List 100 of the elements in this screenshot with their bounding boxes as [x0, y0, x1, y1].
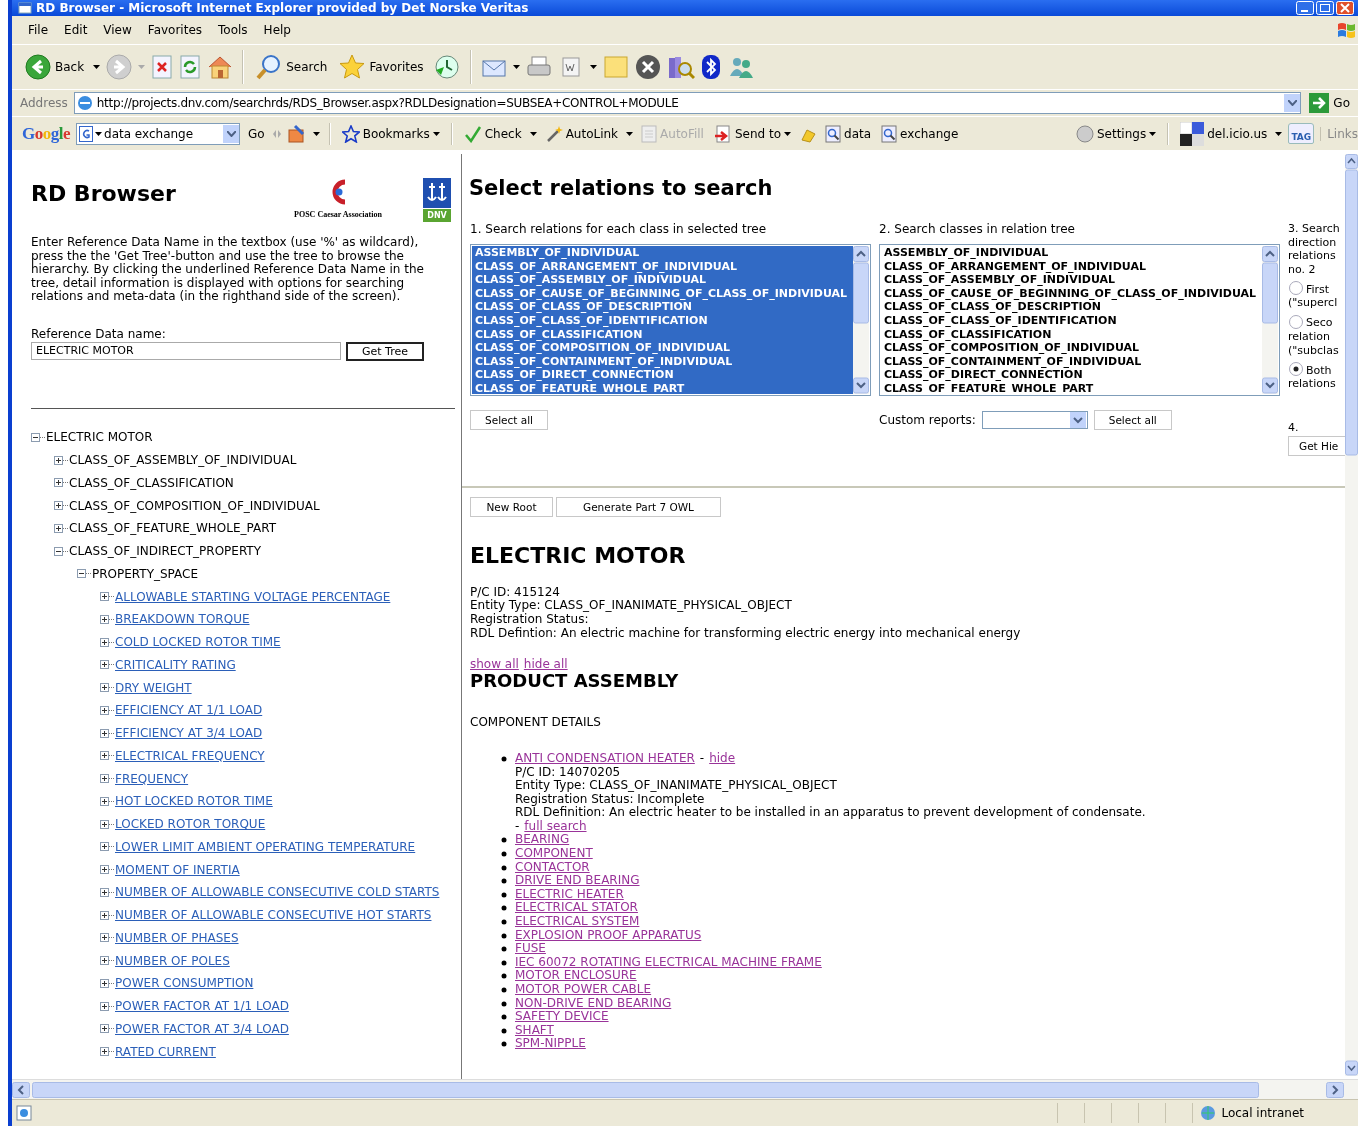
- component-link[interactable]: COMPONENT: [515, 847, 593, 861]
- component-link[interactable]: SPM-NIPPLE: [515, 1037, 586, 1051]
- expand-icon[interactable]: [54, 455, 68, 465]
- new-root-button[interactable]: New Root: [470, 497, 553, 518]
- list-option[interactable]: CLASS_OF_ARRANGEMENT_OF_INDIVIDUAL: [881, 259, 1262, 274]
- component-link[interactable]: SAFETY DEVICE: [515, 1010, 609, 1024]
- component-link[interactable]: ELECTRICAL STATOR: [515, 901, 638, 916]
- list-option[interactable]: CLASS_OF_ASSEMBLY_OF_INDIVIDUAL: [881, 273, 1262, 287]
- component-link[interactable]: FUSE: [515, 942, 546, 956]
- vertical-scrollbar[interactable]: [1345, 154, 1358, 1076]
- search-term-button[interactable]: data: [823, 122, 874, 145]
- close-button[interactable]: [1336, 1, 1354, 15]
- hide-link[interactable]: hide: [709, 751, 736, 766]
- tree-node[interactable]: PROPERTY_SPACE: [92, 566, 198, 581]
- bluetooth-icon[interactable]: [700, 54, 721, 80]
- expand-icon[interactable]: [100, 933, 114, 943]
- caret-icon[interactable]: [1149, 131, 1157, 136]
- tree-link[interactable]: DRY WEIGHT: [115, 680, 192, 695]
- history-icon[interactable]: [432, 54, 461, 80]
- tree-node[interactable]: CLASS_OF_INDIRECT_PROPERTY: [69, 544, 262, 559]
- list-scrollbar[interactable]: [853, 246, 869, 394]
- google-search-field[interactable]: data exchange: [76, 122, 240, 145]
- custom-reports-dropdown[interactable]: [981, 411, 1088, 429]
- expand-icon[interactable]: [100, 1001, 114, 1011]
- component-link[interactable]: MOTOR ENCLOSURE: [515, 969, 637, 983]
- expand-icon[interactable]: [54, 523, 68, 533]
- delicious-button[interactable]: del.icio.us: [1178, 119, 1270, 148]
- delicious-dropdown-icon[interactable]: [1275, 131, 1283, 136]
- check-dropdown-icon[interactable]: [529, 131, 537, 136]
- list-scrollbar[interactable]: [1262, 246, 1278, 394]
- stop-icon[interactable]: [151, 55, 174, 79]
- tag-button[interactable]: TAG: [1288, 123, 1315, 144]
- tree-link[interactable]: EFFICIENCY AT 3/4 LOAD: [115, 726, 263, 741]
- expand-icon[interactable]: [54, 478, 68, 488]
- list-option[interactable]: CLASS_OF_CLASSIFICATION: [881, 327, 1262, 342]
- tree-link[interactable]: POWER FACTOR AT 1/1 LOAD: [115, 999, 289, 1014]
- tree-link[interactable]: CRITICALITY RATING: [115, 657, 236, 672]
- list-option[interactable]: CLASS_OF_CLASS_OF_DESCRIPTION: [472, 300, 853, 314]
- tree-link[interactable]: RATED CURRENT: [115, 1044, 216, 1059]
- get-hierarchy-button[interactable]: Get Hie: [1288, 436, 1345, 457]
- component-link[interactable]: ELECTRICAL SYSTEM: [515, 915, 640, 929]
- menu-item[interactable]: Edit: [58, 21, 94, 39]
- expand-icon[interactable]: [100, 614, 114, 624]
- tree-link[interactable]: COLD LOCKED ROTOR TIME: [115, 635, 281, 650]
- expand-icon[interactable]: [100, 796, 114, 806]
- list-option[interactable]: CLASS_OF_ASSEMBLY_OF_INDIVIDUAL: [472, 273, 853, 287]
- hide-all-link[interactable]: hide all: [523, 657, 568, 672]
- collapse-icon[interactable]: [77, 569, 91, 579]
- expand-icon[interactable]: [100, 842, 114, 852]
- minimize-button[interactable]: [1296, 1, 1314, 15]
- mail-dropdown-icon[interactable]: [512, 65, 520, 69]
- radio-button[interactable]: [1288, 313, 1304, 330]
- tree-node[interactable]: CLASS_OF_CLASSIFICATION: [69, 475, 234, 490]
- tree-link[interactable]: ALLOWABLE STARTING VOLTAGE PERCENTAGE: [115, 589, 391, 604]
- menu-item[interactable]: Favorites: [141, 21, 209, 39]
- list-option[interactable]: ASSEMBLY_OF_INDIVIDUAL: [881, 246, 1262, 260]
- reference-name-field[interactable]: ELECTRIC MOTOR: [31, 341, 341, 360]
- bookmarks-button[interactable]: Bookmarks: [339, 122, 442, 145]
- tree-link[interactable]: POWER FACTOR AT 3/4 LOAD: [115, 1021, 289, 1036]
- expand-icon[interactable]: [100, 637, 114, 647]
- pencil-icon[interactable]: [286, 123, 307, 144]
- tree-link[interactable]: POWER CONSUMPTION: [115, 976, 254, 991]
- check-button[interactable]: Check: [461, 122, 524, 145]
- select-all-button[interactable]: Select all: [470, 410, 548, 430]
- component-link[interactable]: BEARING: [515, 833, 570, 848]
- tree-link[interactable]: NUMBER OF POLES: [115, 953, 230, 968]
- list-option[interactable]: CLASS_OF_DIRECT_CONNECTION: [881, 368, 1262, 382]
- full-search-link[interactable]: full search: [524, 819, 587, 834]
- home-icon[interactable]: [207, 55, 234, 79]
- expand-icon[interactable]: [100, 592, 114, 602]
- show-all-link[interactable]: show all: [470, 657, 519, 672]
- tree-link[interactable]: NUMBER OF ALLOWABLE CONSECUTIVE COLD STARTS: [115, 885, 440, 900]
- address-field[interactable]: http://projects.dnv.com/searchrds/RDS_Browser.aspx?RDLDesignation=SUBSEA+CONTROL+MODULE: [73, 92, 1302, 114]
- tree-link[interactable]: MOMENT OF INERTIA: [115, 862, 240, 877]
- collapse-icon[interactable]: [54, 546, 68, 556]
- maximize-button[interactable]: [1316, 1, 1334, 15]
- g-dropdown-icon[interactable]: [95, 131, 102, 136]
- search-term-button[interactable]: exchange: [879, 122, 961, 145]
- expand-icon[interactable]: [100, 1047, 114, 1057]
- books-magnifier-icon[interactable]: [666, 54, 695, 80]
- select-all-button[interactable]: Select all: [1093, 410, 1172, 430]
- tree-node[interactable]: ELECTRIC MOTOR: [46, 430, 153, 445]
- send-to-button[interactable]: Send to: [711, 122, 794, 145]
- tree-link[interactable]: HOT LOCKED ROTOR TIME: [115, 794, 273, 809]
- component-link[interactable]: ELECTRIC HEATER: [515, 887, 624, 902]
- tree-link[interactable]: NUMBER OF PHASES: [115, 930, 239, 945]
- autolink-dropdown-icon[interactable]: [626, 131, 634, 136]
- tree-link[interactable]: ELECTRICAL FREQUENCY: [115, 748, 265, 763]
- print-icon[interactable]: [525, 55, 552, 79]
- expand-icon[interactable]: [100, 1024, 114, 1034]
- class-listbox[interactable]: [879, 244, 1280, 396]
- list-option[interactable]: CLASS_OF_COMPOSITION_OF_INDIVIDUAL: [881, 341, 1262, 355]
- component-link[interactable]: NON-DRIVE END BEARING: [515, 996, 672, 1011]
- list-option[interactable]: CLASS_OF_FEATURE_WHOLE_PART: [881, 381, 1262, 394]
- collapse-icon[interactable]: [31, 432, 45, 442]
- list-option[interactable]: CLASS_OF_COMPOSITION_OF_INDIVIDUAL: [472, 341, 853, 355]
- expand-icon[interactable]: [100, 751, 114, 761]
- expand-icon[interactable]: [100, 683, 114, 693]
- component-link[interactable]: DRIVE END BEARING: [515, 874, 640, 888]
- list-option[interactable]: CLASS_OF_CONTAINMENT_OF_INDIVIDUAL: [881, 354, 1262, 369]
